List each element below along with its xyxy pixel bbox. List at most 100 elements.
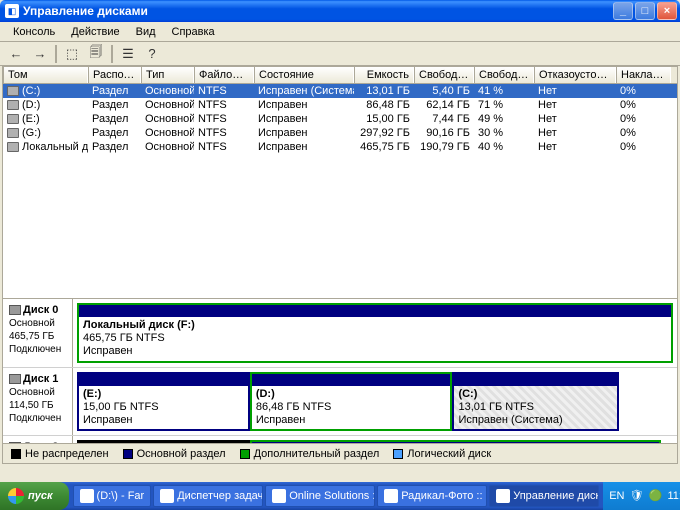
back-button[interactable]: ←	[5, 44, 27, 64]
partition[interactable]: (E:)15,00 ГБ NTFSИсправен	[77, 372, 250, 432]
col-over[interactable]: Накладны...	[616, 67, 671, 83]
taskbar-item[interactable]: Радикал-Фото :: Об...	[377, 485, 487, 507]
cell: Нет	[534, 98, 616, 112]
partition[interactable]: (D:)86,48 ГБ NTFSИсправен	[250, 372, 453, 432]
cell: Исправен (Система)	[254, 84, 354, 98]
close-button[interactable]: ×	[657, 2, 677, 20]
col-fs[interactable]: Файловая с...	[194, 67, 254, 83]
taskbar-item[interactable]: Управление дисками	[489, 485, 599, 507]
col-type[interactable]: Тип	[141, 67, 194, 83]
partition-header	[454, 374, 617, 386]
toolbar-help-icon[interactable]: ?	[141, 44, 163, 64]
cell: NTFS	[194, 112, 254, 126]
col-fault[interactable]: Отказоустойчивость	[534, 67, 616, 83]
minimize-button[interactable]: _	[613, 2, 633, 20]
cell: (G:)	[3, 126, 88, 140]
tray-icon[interactable]: 🟢	[648, 489, 662, 503]
cell: NTFS	[194, 126, 254, 140]
cell: 41 %	[474, 84, 534, 98]
volume-row[interactable]: (C:)РазделОсновнойNTFSИсправен (Система)…	[3, 84, 677, 98]
disk-icon	[9, 305, 21, 315]
separator	[55, 45, 57, 63]
tray-icon[interactable]: 🛡	[629, 489, 643, 503]
legend-item: Логический диск	[393, 448, 491, 460]
disk-label[interactable]: Диск 2Основной298,09 ГБПодключен	[3, 436, 73, 443]
partition[interactable]: (C:)13,01 ГБ NTFSИсправен (Система)	[452, 372, 619, 432]
cell: Исправен	[254, 112, 354, 126]
toolbar: ← → ⬚ 🗐 ☰ ?	[0, 42, 680, 66]
partition[interactable]: Локальный диск (F:)465,75 ГБ NTFSИсправе…	[77, 303, 673, 363]
toolbar-list-icon[interactable]: 🗐	[85, 44, 107, 64]
col-status[interactable]: Состояние	[254, 67, 354, 83]
taskbar-item[interactable]: (D:\) - Far	[73, 485, 152, 507]
cell: Раздел	[88, 98, 141, 112]
volume-icon	[7, 86, 19, 96]
disk-label[interactable]: Диск 1Основной114,50 ГБПодключен	[3, 368, 73, 436]
taskbar-item[interactable]: Online Solutions :: П...	[265, 485, 375, 507]
col-free-pct[interactable]: Свободно %	[474, 67, 534, 83]
legend: Не распределенОсновной разделДополнитель…	[3, 443, 677, 463]
volume-row[interactable]: Локальный диск (F:)РазделОсновнойNTFSИсп…	[3, 140, 677, 154]
cell: Основной	[141, 140, 194, 154]
col-volume[interactable]: Том	[3, 67, 88, 83]
lang-indicator[interactable]: EN	[609, 490, 624, 502]
partition[interactable]: 173 МБНе распределен	[77, 440, 250, 443]
cell: Основной	[141, 126, 194, 140]
app-icon: ◧	[5, 4, 19, 18]
cell: Основной	[141, 98, 194, 112]
disk-partitions: Локальный диск (F:)465,75 ГБ NTFSИсправе…	[73, 299, 677, 367]
disk-row: Диск 0Основной465,75 ГБПодключенЛокальны…	[3, 299, 677, 368]
cell: Раздел	[88, 126, 141, 140]
taskbar-item[interactable]: Диспетчер задач ...	[153, 485, 263, 507]
cell: Нет	[534, 84, 616, 98]
cell: 13,01 ГБ	[354, 84, 414, 98]
volume-row[interactable]: (D:)РазделОсновнойNTFSИсправен86,48 ГБ62…	[3, 98, 677, 112]
cell: Раздел	[88, 140, 141, 154]
menu-action[interactable]: Действие	[63, 24, 127, 40]
menu-help[interactable]: Справка	[164, 24, 223, 40]
menu-bar: Консоль Действие Вид Справка	[0, 22, 680, 42]
cell: 465,75 ГБ	[354, 140, 414, 154]
cell: 0%	[616, 98, 671, 112]
clock[interactable]: 11:17	[667, 490, 680, 502]
window-title: Управление дисками	[23, 4, 613, 18]
cell: Основной	[141, 112, 194, 126]
volume-row[interactable]: (E:)РазделОсновнойNTFSИсправен15,00 ГБ7,…	[3, 112, 677, 126]
volume-icon	[7, 100, 19, 110]
cell: (D:)	[3, 98, 88, 112]
menu-console[interactable]: Консоль	[5, 24, 63, 40]
partition-header	[252, 374, 451, 386]
legend-item: Основной раздел	[123, 448, 226, 460]
partition-body: (D:)86,48 ГБ NTFSИсправен	[252, 386, 451, 430]
partition[interactable]: (G:)297,92 ГБ NTFSИсправен	[250, 440, 661, 443]
cell: Основной	[141, 84, 194, 98]
disk-icon	[9, 374, 21, 384]
cell: 5,40 ГБ	[414, 84, 474, 98]
col-free[interactable]: Свободно	[414, 67, 474, 83]
toolbar-tile-icon[interactable]: ⬚	[61, 44, 83, 64]
toolbar-props-icon[interactable]: ☰	[117, 44, 139, 64]
volume-icon	[7, 114, 19, 124]
taskbar-item-label: Радикал-Фото :: Об...	[401, 490, 487, 502]
volume-row[interactable]: (G:)РазделОсновнойNTFSИсправен297,92 ГБ9…	[3, 126, 677, 140]
disk-label[interactable]: Диск 0Основной465,75 ГБПодключен	[3, 299, 73, 367]
maximize-button[interactable]: □	[635, 2, 655, 20]
cell: 0%	[616, 126, 671, 140]
legend-item: Дополнительный раздел	[240, 448, 380, 460]
start-button[interactable]: пуск	[0, 482, 69, 510]
menu-view[interactable]: Вид	[128, 24, 164, 40]
legend-swatch	[393, 449, 403, 459]
partition-header	[79, 442, 248, 443]
start-label: пуск	[28, 490, 53, 502]
cell: Исправен	[254, 98, 354, 112]
col-layout[interactable]: Располож...	[88, 67, 141, 83]
legend-label: Дополнительный раздел	[254, 448, 380, 460]
forward-button[interactable]: →	[29, 44, 51, 64]
cell: 0%	[616, 84, 671, 98]
cell: Нет	[534, 112, 616, 126]
col-capacity[interactable]: Емкость	[354, 67, 414, 83]
disk-partitions: (E:)15,00 ГБ NTFSИсправен(D:)86,48 ГБ NT…	[73, 368, 677, 436]
cell: 15,00 ГБ	[354, 112, 414, 126]
system-tray[interactable]: EN 🛡 🟢 11:17	[603, 482, 680, 510]
cell: 62,14 ГБ	[414, 98, 474, 112]
